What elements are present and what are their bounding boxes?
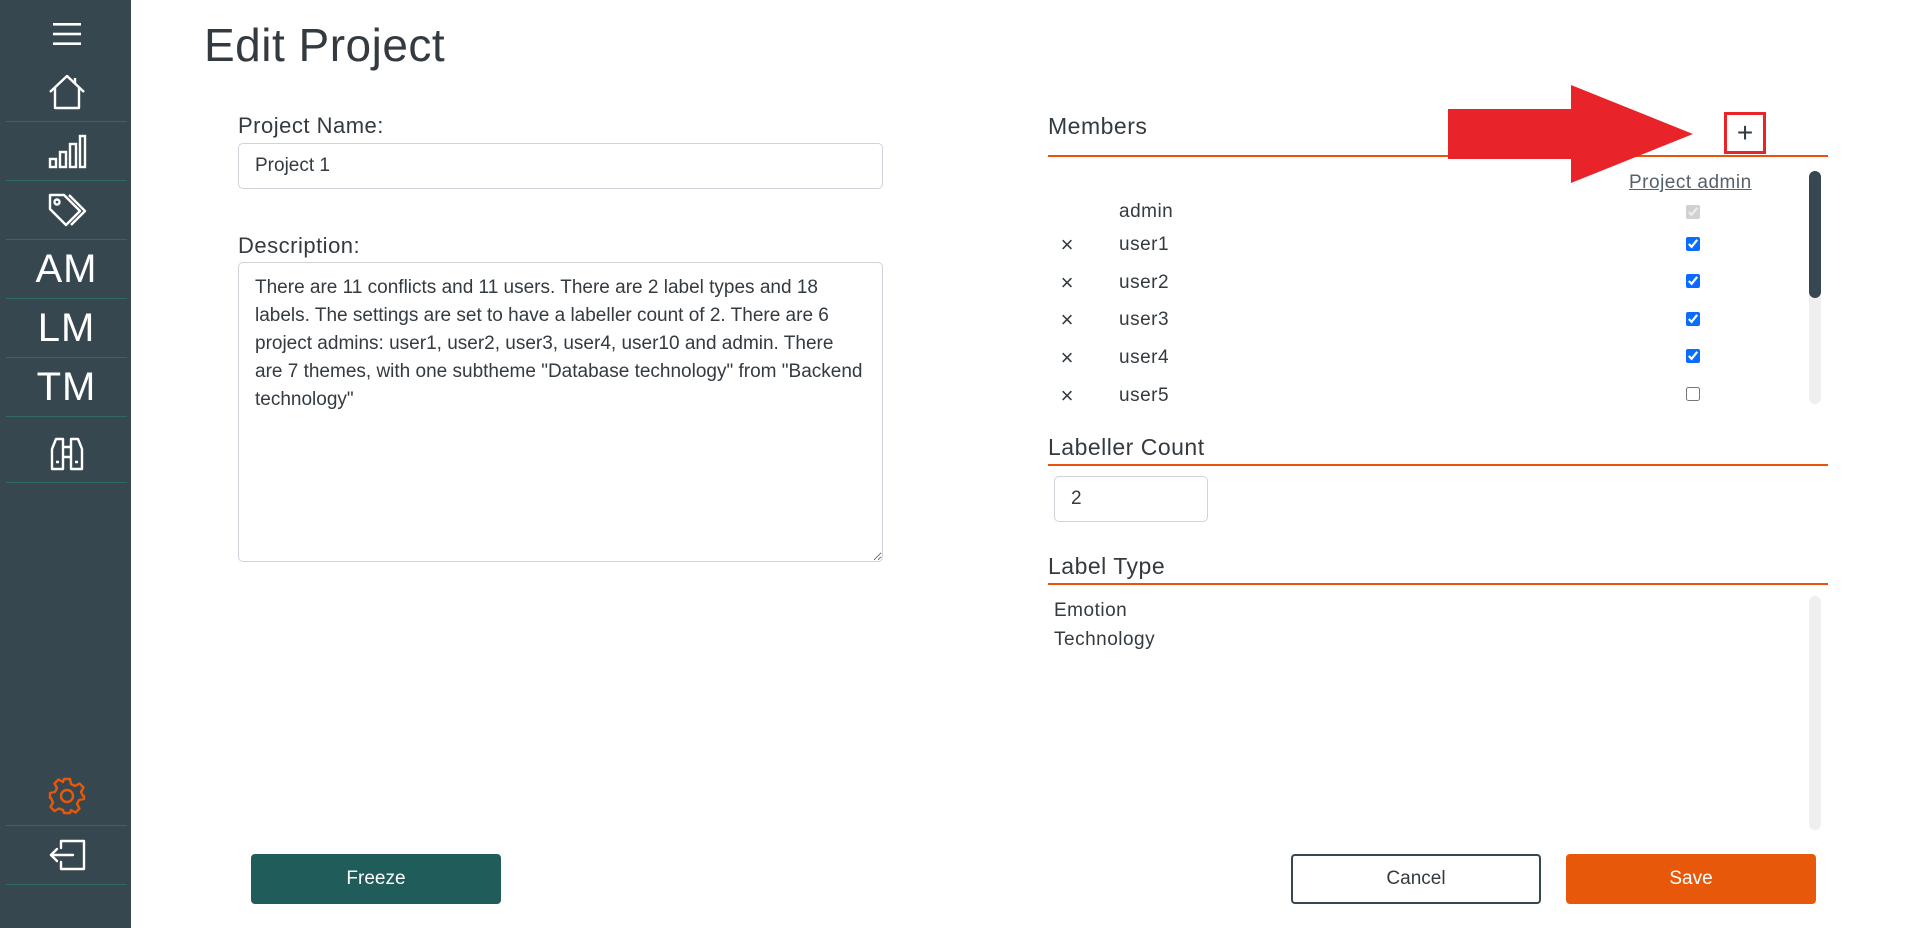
sidebar-item-lm[interactable]: LM	[6, 299, 127, 358]
page-title: Edit Project	[204, 19, 446, 71]
members-heading-label: Members	[1048, 113, 1148, 139]
member-name: user4	[1119, 347, 1170, 368]
member-name: admin	[1119, 201, 1174, 222]
red-arrow-annotation	[1448, 85, 1693, 183]
project-admin-column-header[interactable]: Project admin	[1629, 172, 1752, 194]
cancel-button[interactable]: Cancel	[1291, 854, 1541, 904]
project-name-label: Project Name:	[238, 113, 384, 138]
member-name: user5	[1119, 385, 1170, 406]
label-type-item[interactable]: Technology	[1054, 629, 1155, 651]
menu-button[interactable]	[6, 4, 127, 63]
description-label: Description:	[238, 233, 361, 258]
member-name: user2	[1119, 272, 1170, 293]
sidebar-item-label: LM	[37, 305, 96, 350]
bar-chart-icon	[48, 134, 86, 169]
remove-member-icon[interactable]: ×	[1056, 307, 1078, 333]
labeller-count-heading: Labeller Count	[1048, 434, 1828, 466]
remove-member-icon[interactable]: ×	[1056, 383, 1078, 409]
remove-member-icon[interactable]: ×	[1056, 270, 1078, 296]
remove-member-icon[interactable]: ×	[1056, 232, 1078, 258]
save-button[interactable]: Save	[1566, 854, 1816, 904]
sidebar-item-statistics[interactable]	[6, 122, 127, 181]
freeze-button[interactable]: Freeze	[251, 854, 501, 904]
sidebar-item-label: AM	[35, 246, 98, 291]
project-admin-checkbox	[1686, 205, 1700, 219]
project-admin-checkbox[interactable]	[1686, 237, 1700, 251]
labeller-count-heading-label: Labeller Count	[1048, 434, 1205, 460]
project-name-input[interactable]	[238, 143, 883, 189]
logout-icon	[49, 839, 85, 871]
description-textarea[interactable]: There are 11 conflicts and 11 users. The…	[238, 262, 883, 562]
gear-icon	[48, 777, 85, 815]
label-type-heading-label: Label Type	[1048, 553, 1166, 579]
members-scrollbar-thumb[interactable]	[1809, 171, 1821, 298]
plus-icon: +	[1736, 117, 1754, 148]
sidebar-item-labels[interactable]	[6, 181, 127, 240]
remove-member-icon[interactable]: ×	[1056, 345, 1078, 371]
tags-icon	[48, 193, 86, 227]
sidebar-item-home[interactable]	[6, 63, 127, 122]
sidebar-item-explore[interactable]	[6, 424, 127, 483]
binoculars-icon	[50, 437, 83, 471]
sidebar-item-tm[interactable]: TM	[6, 358, 127, 417]
project-admin-checkbox[interactable]	[1686, 387, 1700, 401]
sidebar-item-logout[interactable]	[6, 826, 127, 885]
sidebar-item-am[interactable]: AM	[6, 240, 127, 299]
project-admin-checkbox[interactable]	[1686, 349, 1700, 363]
label-type-scrollbar-track[interactable]	[1809, 596, 1821, 830]
project-admin-checkbox[interactable]	[1686, 274, 1700, 288]
add-member-button[interactable]: +	[1724, 112, 1766, 154]
sidebar-item-settings[interactable]	[6, 767, 127, 826]
home-icon	[48, 74, 85, 110]
label-type-item[interactable]: Emotion	[1054, 600, 1127, 622]
member-name: user1	[1119, 234, 1170, 255]
sidebar: AM LM TM	[0, 0, 131, 928]
label-type-heading: Label Type	[1048, 553, 1828, 585]
menu-icon	[52, 22, 81, 45]
labeller-count-input[interactable]	[1054, 476, 1208, 522]
members-heading: Members	[1048, 113, 1828, 157]
sidebar-item-label: TM	[36, 364, 97, 409]
project-admin-checkbox[interactable]	[1686, 312, 1700, 326]
member-name: user3	[1119, 309, 1170, 330]
